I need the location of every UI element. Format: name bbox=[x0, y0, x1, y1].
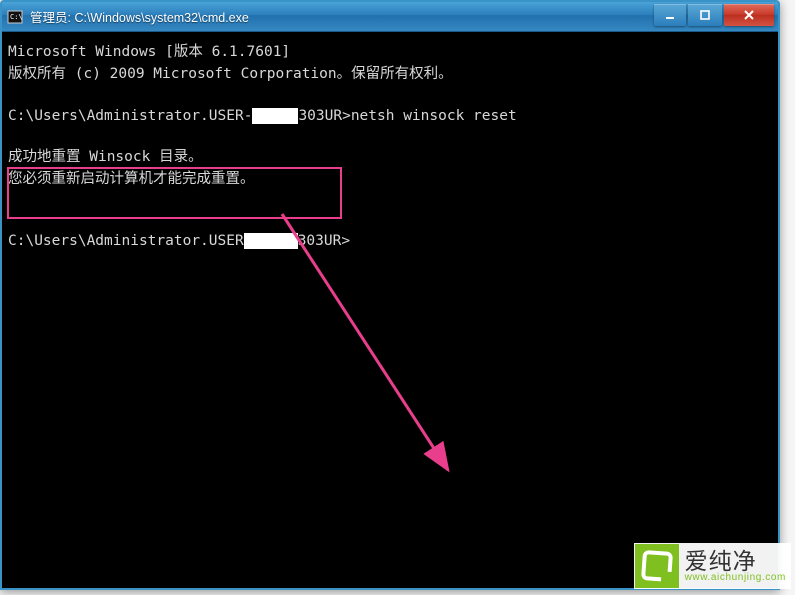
svg-text:C:\: C:\ bbox=[10, 13, 23, 21]
maximize-button[interactable] bbox=[688, 4, 722, 26]
prompt-line-2: C:\Users\Administrator.USER 303UR> bbox=[8, 231, 772, 253]
cmd-window: C:\ 管理员: C:\Windows\system32\cmd.exe Mic… bbox=[0, 0, 780, 590]
cmd-icon: C:\ bbox=[6, 8, 24, 26]
watermark: 爱纯净 www.aichunjing.com bbox=[634, 543, 791, 589]
command-text: netsh winsock reset bbox=[351, 108, 517, 124]
redacted-user bbox=[252, 108, 298, 124]
result-line-1: 成功地重置 Winsock 目录。 bbox=[8, 147, 772, 169]
window-controls bbox=[654, 4, 774, 26]
titlebar[interactable]: C:\ 管理员: C:\Windows\system32\cmd.exe bbox=[2, 2, 778, 32]
watermark-logo-icon bbox=[635, 544, 679, 588]
close-button[interactable] bbox=[724, 4, 774, 26]
result-line-2: 您必须重新启动计算机才能完成重置。 bbox=[8, 169, 772, 191]
redacted-user-2 bbox=[244, 233, 298, 249]
window-title: 管理员: C:\Windows\system32\cmd.exe bbox=[30, 7, 654, 26]
prompt-line-1: C:\Users\Administrator.USER- 303UR>netsh… bbox=[8, 106, 772, 128]
version-line: Microsoft Windows [版本 6.1.7601] bbox=[8, 42, 772, 64]
minimize-button[interactable] bbox=[654, 4, 686, 26]
terminal-output[interactable]: Microsoft Windows [版本 6.1.7601] 版权所有 (c)… bbox=[2, 32, 778, 263]
watermark-title: 爱纯净 bbox=[685, 549, 786, 573]
copyright-line: 版权所有 (c) 2009 Microsoft Corporation。保留所有… bbox=[8, 64, 772, 86]
watermark-url: www.aichunjing.com bbox=[685, 573, 786, 584]
